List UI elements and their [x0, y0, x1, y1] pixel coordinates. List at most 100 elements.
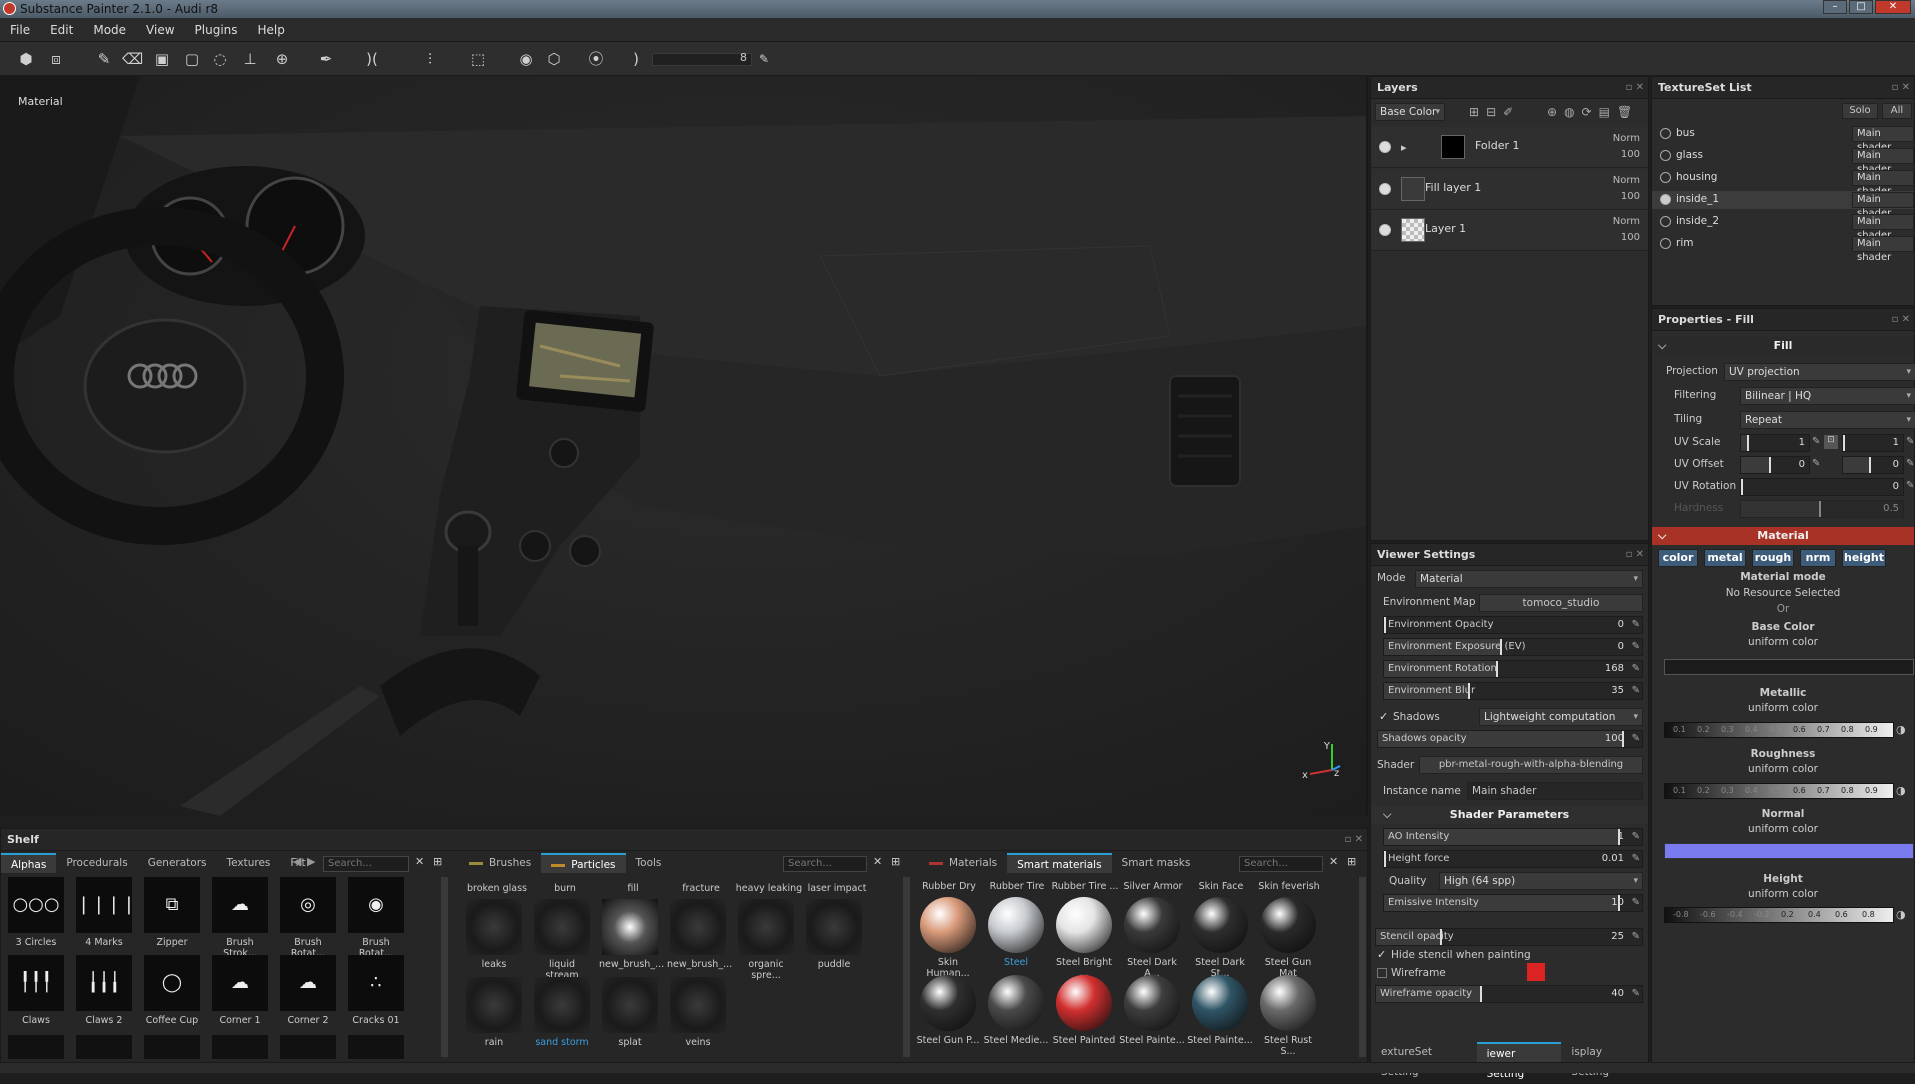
- material-section-header[interactable]: ⌵ Material: [1652, 527, 1914, 545]
- filtering-dropdown[interactable]: Bilinear | HQ: [1740, 387, 1915, 405]
- panel-close-icon[interactable]: ▫ ✕: [1626, 544, 1644, 566]
- env-rotation-slider[interactable]: Environment Rotation 168 ✎: [1383, 660, 1643, 678]
- alpha-thumbnail[interactable]: [144, 1035, 200, 1059]
- add-fill-icon[interactable]: ◍: [1564, 105, 1581, 119]
- alpha-item[interactable]: ☁ Brush Strok...: [209, 877, 271, 959]
- menu-help[interactable]: Help: [248, 23, 295, 37]
- smart-material-item[interactable]: Steel Dark A...: [1119, 897, 1185, 979]
- folder-icon[interactable]: ▤: [1599, 105, 1617, 119]
- quality-dropdown[interactable]: High (64 spp): [1439, 872, 1643, 890]
- alpha-item[interactable]: ◉ Brush Rotat...: [345, 877, 407, 959]
- polygon-fill-icon[interactable]: ▢: [182, 49, 202, 69]
- grid-view-icon[interactable]: ⊞: [891, 855, 900, 868]
- smart-material-item[interactable]: Steel Medie...: [983, 975, 1049, 1053]
- smart-material-name[interactable]: Rubber Tire: [983, 881, 1051, 892]
- edit-pencil-icon[interactable]: ✎: [1632, 619, 1640, 630]
- collapse-icon[interactable]: ⌵: [1658, 527, 1666, 545]
- hide-stencil-checkbox[interactable]: ✓: [1377, 948, 1386, 961]
- layer-opacity[interactable]: 100: [1621, 149, 1640, 160]
- shader-select[interactable]: Main shader: [1852, 192, 1914, 219]
- layer-opacity[interactable]: 100: [1621, 191, 1640, 202]
- uv-scale-u-slider[interactable]: 1: [1740, 434, 1810, 452]
- tab-procedurals[interactable]: Procedurals: [56, 853, 137, 873]
- maximize-button[interactable]: □: [1849, 0, 1873, 14]
- radio-icon[interactable]: [1660, 128, 1671, 139]
- uv-scale-v-slider[interactable]: 1: [1842, 434, 1904, 452]
- channel-rough-button[interactable]: rough: [1752, 549, 1794, 567]
- shader-button[interactable]: pbr-metal-rough-with-alpha-blending: [1419, 756, 1643, 774]
- smart-material-item[interactable]: Steel Dark St...: [1187, 897, 1253, 979]
- clear-search-icon[interactable]: ✕: [873, 855, 882, 868]
- panel-close-icon[interactable]: ▫ ✕: [1626, 77, 1644, 99]
- solo-button[interactable]: Solo: [1842, 103, 1878, 119]
- render-icon[interactable]: ⬡: [544, 49, 564, 69]
- alpha-thumbnail[interactable]: [348, 1035, 404, 1059]
- alpha-item[interactable]: ∴ Cracks 01: [345, 955, 407, 1031]
- textureset-row[interactable]: rim Main shader: [1652, 235, 1914, 263]
- particle-item[interactable]: veins: [667, 977, 729, 1053]
- panel-close-icon[interactable]: ▫ ✕: [1892, 309, 1910, 331]
- particle-name[interactable]: heavy leaking: [735, 883, 803, 894]
- particle-item[interactable]: rain: [463, 977, 525, 1053]
- add-paint-icon[interactable]: ✐: [1503, 105, 1520, 119]
- grid-view-icon[interactable]: ⊞: [1347, 855, 1356, 868]
- uv-rotation-slider[interactable]: 0: [1740, 478, 1904, 496]
- collapse-icon[interactable]: ⌵: [1658, 337, 1666, 355]
- 3d-viewport[interactable]: [0, 76, 1368, 816]
- alpha-item[interactable]: ☁ Corner 1: [209, 955, 271, 1031]
- environment-map-button[interactable]: tomoco_studio: [1479, 594, 1643, 612]
- radio-icon[interactable]: [1660, 172, 1671, 183]
- layer-blend-mode[interactable]: Norm: [1613, 175, 1640, 186]
- alpha-thumbnail[interactable]: [212, 1035, 268, 1059]
- particle-name[interactable]: burn: [531, 883, 599, 894]
- tab-materials[interactable]: Materials: [919, 853, 1007, 873]
- base-color-swatch[interactable]: [1664, 659, 1914, 675]
- height-force-slider[interactable]: Height force 0.01 ✎: [1383, 850, 1643, 868]
- smart-material-name[interactable]: Rubber Dry: [915, 881, 983, 892]
- env-opacity-slider[interactable]: Environment Opacity 0 ✎: [1383, 616, 1643, 634]
- clear-search-icon[interactable]: ✕: [1329, 855, 1338, 868]
- particle-name[interactable]: laser impact: [803, 883, 871, 894]
- wireframe-opacity-slider[interactable]: Wireframe opacity 40 ✎: [1375, 985, 1643, 1003]
- add-effect-icon[interactable]: ⊞: [1469, 105, 1486, 119]
- smart-material-item[interactable]: Steel Rust S...: [1255, 975, 1321, 1057]
- shader-params-header[interactable]: ⌵ Shader Parameters: [1371, 806, 1648, 824]
- alpha-item[interactable]: ☁ Corner 2: [277, 955, 339, 1031]
- smart-material-item[interactable]: Steel Gun Mat: [1255, 897, 1321, 979]
- close-button[interactable]: ✕: [1875, 0, 1911, 14]
- channel-nrm-button[interactable]: nrm: [1800, 549, 1836, 567]
- radio-icon[interactable]: [1660, 194, 1671, 205]
- visibility-eye-icon[interactable]: [1379, 183, 1391, 195]
- wireframe-color-swatch[interactable]: [1527, 963, 1545, 981]
- tab-display-settings[interactable]: isplay Setting: [1561, 1042, 1648, 1078]
- edit-pencil-icon[interactable]: ✎: [1632, 663, 1640, 674]
- symmetry-settings-icon[interactable]: ⫶: [420, 49, 440, 69]
- shadows-checkbox[interactable]: ✓: [1379, 710, 1388, 723]
- visibility-eye-icon[interactable]: [1379, 141, 1391, 153]
- particles-search-input[interactable]: Search...: [783, 856, 867, 872]
- layer-row[interactable]: ▸ Folder 1 Norm 100: [1371, 127, 1648, 168]
- radio-icon[interactable]: [1660, 150, 1671, 161]
- channel-color-button[interactable]: color: [1658, 549, 1698, 567]
- env-exposure-slider[interactable]: Environment Exposure (EV) 0 ✎: [1383, 638, 1643, 656]
- tab-generators[interactable]: Generators: [138, 853, 217, 873]
- particle-item[interactable]: organic spre...: [735, 899, 797, 981]
- alpha-item[interactable]: ◯ Coffee Cup: [141, 955, 203, 1031]
- smart-material-item[interactable]: Skin Human...: [915, 897, 981, 979]
- edit-pencil-icon[interactable]: ✎: [1632, 931, 1640, 942]
- edit-pencil-icon[interactable]: ✎: [1632, 685, 1640, 696]
- alpha-item[interactable]: ╽╽╽ Claws 2: [73, 955, 135, 1031]
- eraser-icon[interactable]: ⌫: [122, 49, 143, 69]
- panel-close-icon[interactable]: ▫ ✕: [1892, 77, 1910, 99]
- layer-opacity[interactable]: 100: [1621, 232, 1640, 243]
- uv-offset-v-slider[interactable]: 0: [1842, 456, 1904, 474]
- shader-select[interactable]: Main shader: [1852, 126, 1914, 153]
- menu-edit[interactable]: Edit: [40, 23, 83, 37]
- alpha-item[interactable]: ⧉ Zipper: [141, 877, 203, 953]
- symmetry-icon[interactable]: )(: [362, 49, 382, 69]
- bake-icon[interactable]: ⧈: [46, 49, 66, 69]
- grid-view-icon[interactable]: ⊞: [433, 855, 442, 868]
- menu-plugins[interactable]: Plugins: [185, 23, 248, 37]
- add-mask-icon[interactable]: ⊟: [1486, 105, 1503, 119]
- uv-offset-u-slider[interactable]: 0: [1740, 456, 1810, 474]
